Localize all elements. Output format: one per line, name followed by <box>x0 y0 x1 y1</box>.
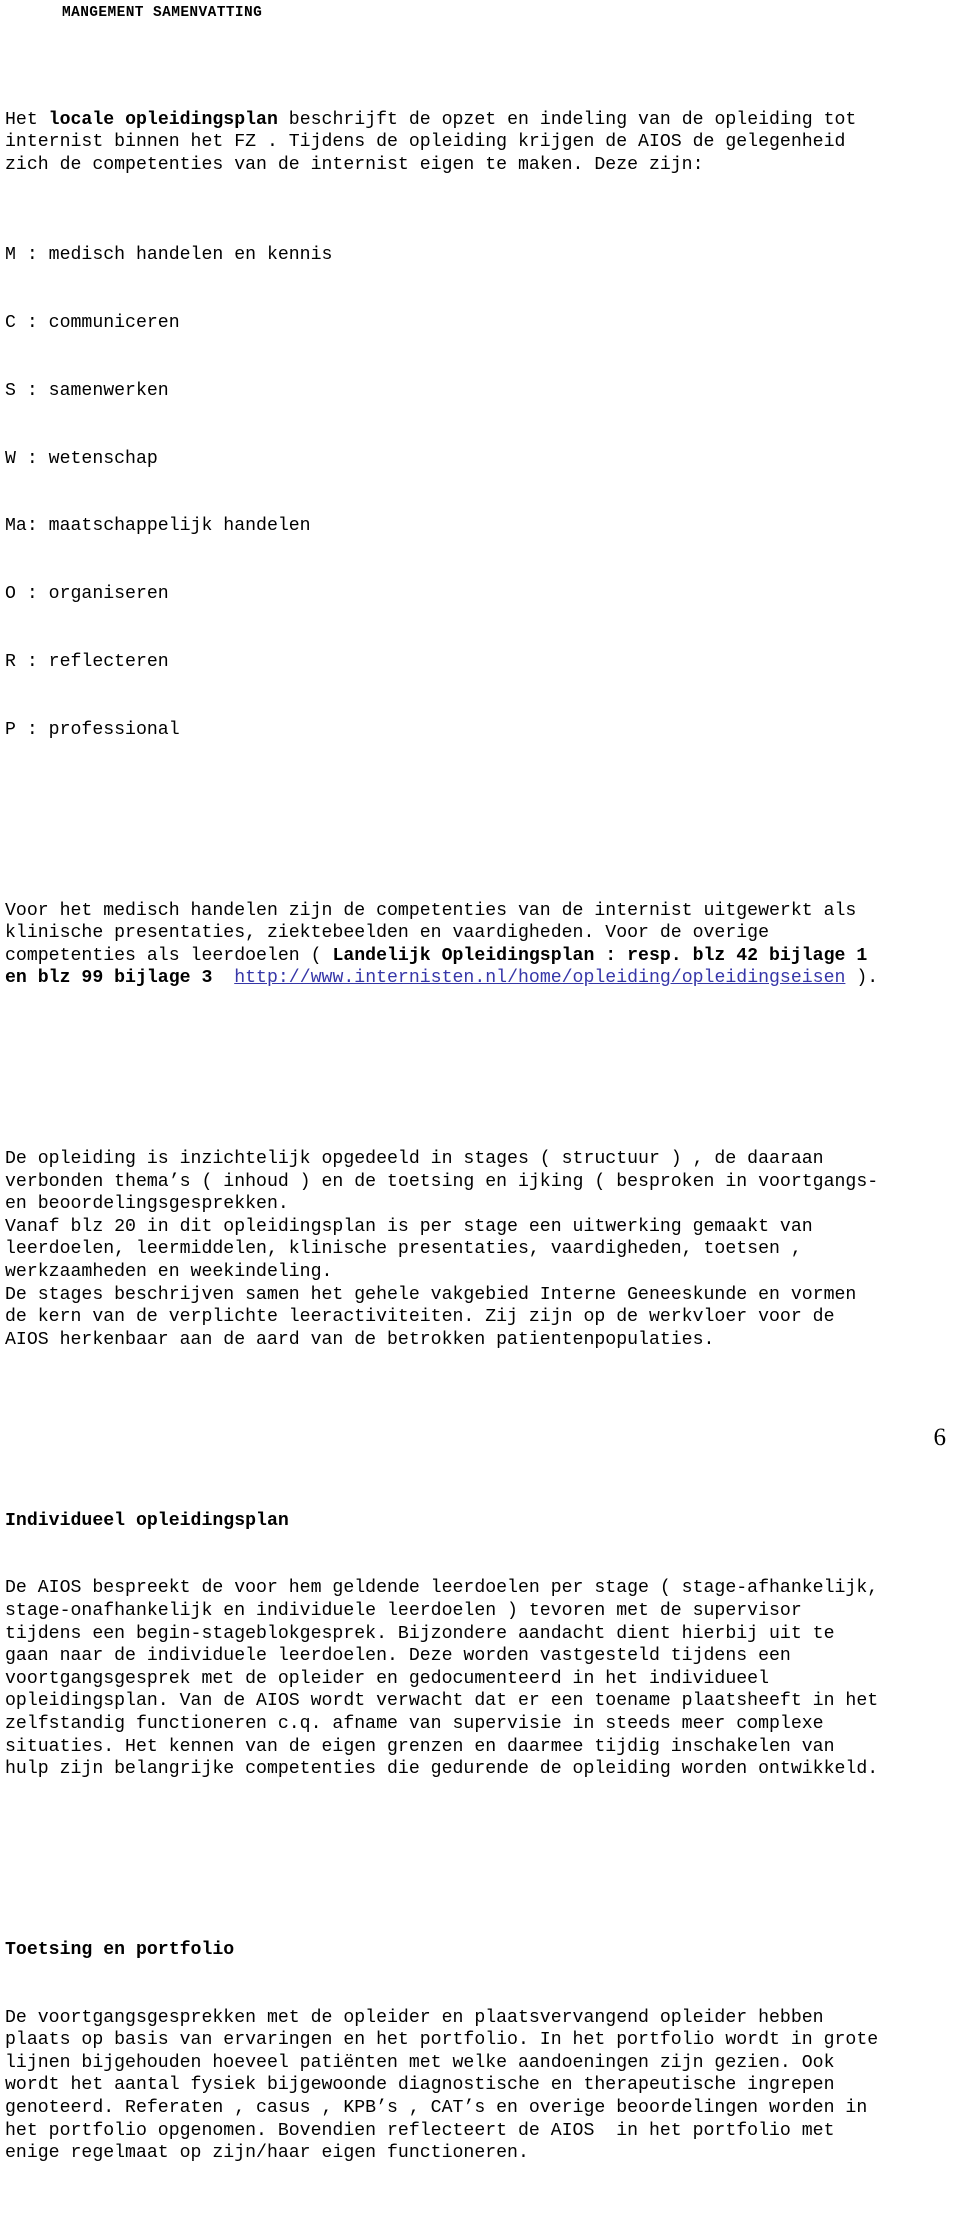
competency-item: M : medisch handelen en kennis <box>5 245 333 266</box>
intro-paragraph: Het locale opleidingsplan beschrijft de … <box>5 109 957 177</box>
competency-item: R : reflecteren <box>5 652 169 673</box>
intro-bold-term: locale opleidingsplan <box>48 109 278 130</box>
competency-item: P : professional <box>5 719 180 740</box>
opleidingseisen-link[interactable]: http://www.internisten.nl/home/opleiding… <box>234 968 845 988</box>
section-body-toetsing-en-portfolio: De voortgangsgesprekken met de opleider … <box>5 2007 879 2164</box>
competency-item: O : organiseren <box>5 584 169 605</box>
intro-text-before-bold: Het <box>5 109 49 130</box>
section-body-individueel-opleidingsplan: De AIOS bespreekt de voor hem geldende l… <box>5 1578 879 1780</box>
reference-paragraph: Voor het medisch handelen zijn de compet… <box>5 900 957 990</box>
page-number: 6 <box>933 1424 947 1451</box>
reference-text-tail: ). <box>845 968 879 989</box>
structure-paragraph: De opleiding is inzichtelijk opgedeeld i… <box>5 1149 879 1350</box>
competency-item: Ma: maatschappelijk handelen <box>5 516 311 537</box>
section-heading-toetsing-en-portfolio: Toetsing en portfolio <box>5 1939 235 1960</box>
competency-item: C : communiceren <box>5 313 180 334</box>
document-body: Het locale opleidingsplan beschrijft de … <box>5 41 957 2233</box>
document-page: MANGEMENT SAMENVATTING Het locale opleid… <box>0 0 960 2163</box>
competency-item: S : samenwerken <box>5 380 169 401</box>
running-head: MANGEMENT SAMENVATTING <box>62 5 263 21</box>
reference-spacer <box>212 968 234 988</box>
section-heading-individueel-opleidingsplan: Individueel opleidingsplan <box>5 1510 289 1531</box>
competency-item: W : wetenschap <box>5 448 158 469</box>
